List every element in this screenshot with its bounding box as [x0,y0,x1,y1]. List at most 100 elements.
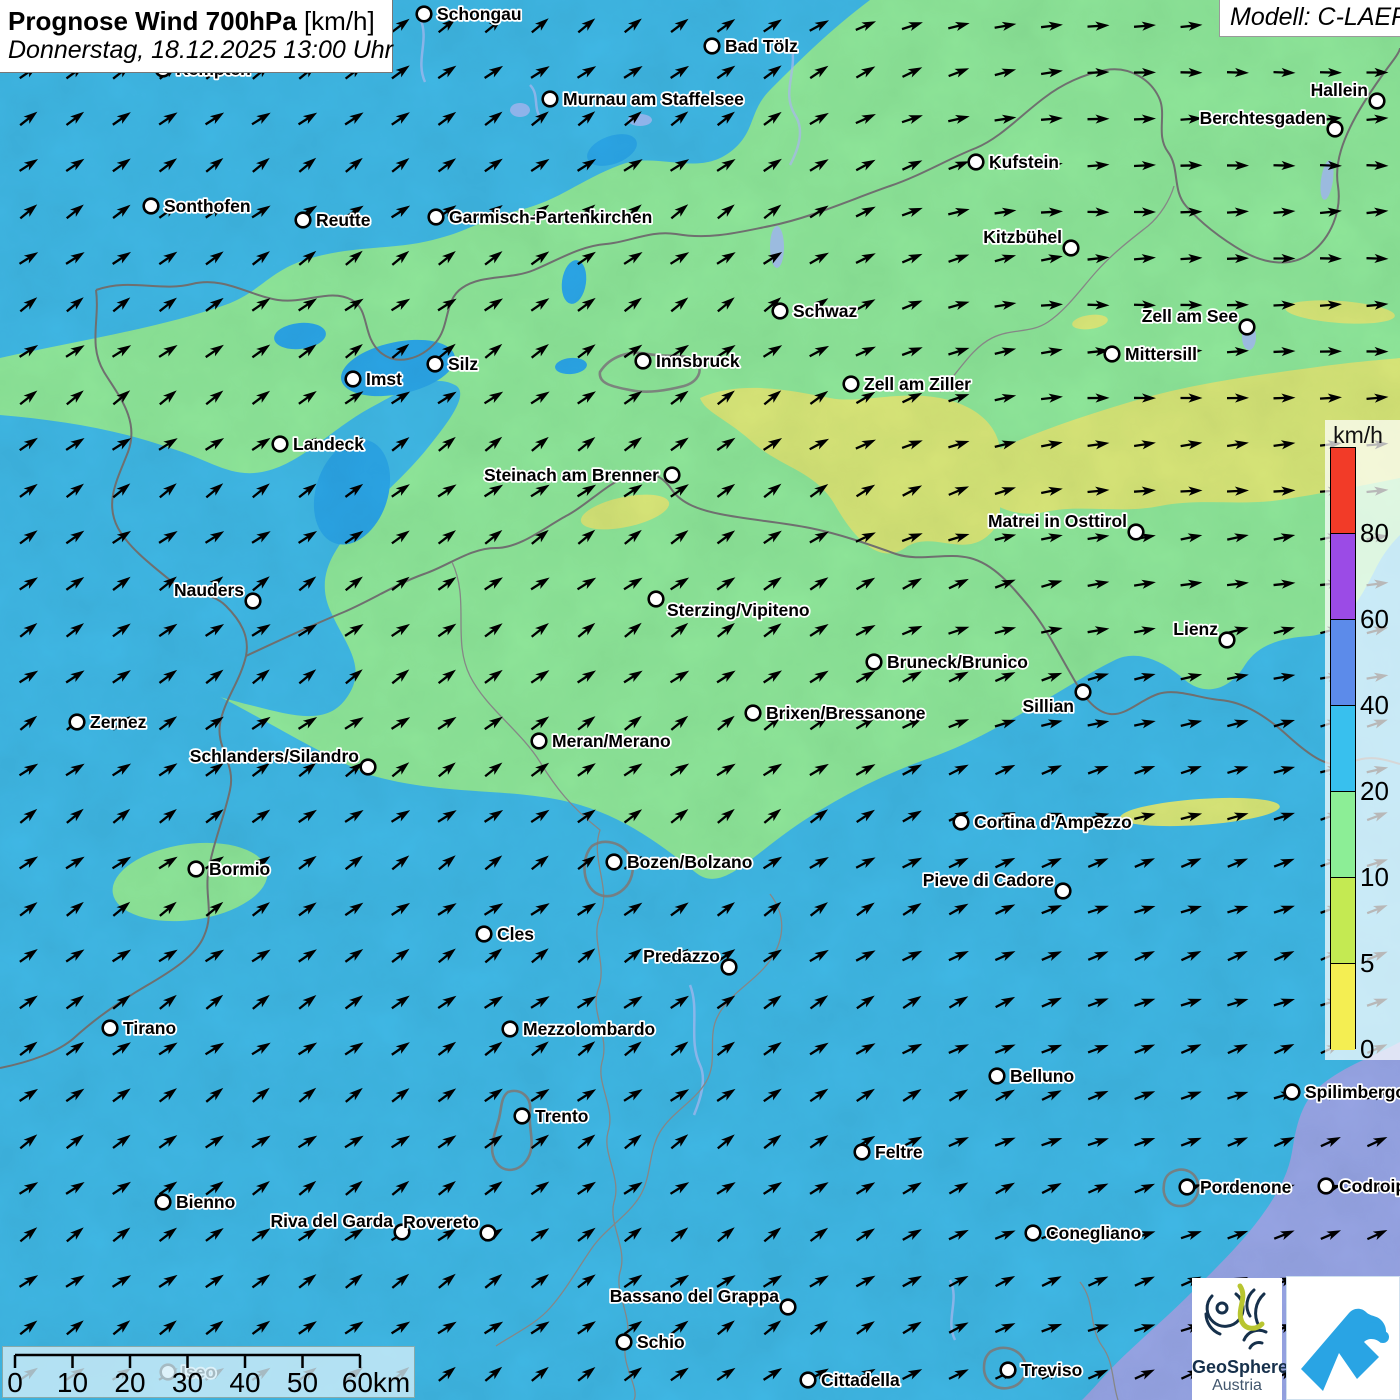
city-label: Zell am Ziller [864,374,971,394]
scalebar-label-30: 30 [172,1367,203,1397]
city-marker [1240,320,1255,335]
city-marker [1220,633,1235,648]
city-label: Belluno [1010,1066,1074,1086]
city-label: Bienno [176,1192,235,1212]
legend-color-bar [1330,447,1356,1049]
mountain-cloud-icon [1287,1277,1399,1399]
city-marker [1026,1226,1041,1241]
city-marker [636,354,651,369]
city-marker [867,655,882,670]
city-marker [990,1069,1005,1084]
weather-map-canvas: SchongauBad TölzKemptenMurnau am Staffel… [0,0,1400,1400]
city-label: Hallein [1311,80,1368,100]
city-marker [296,213,311,228]
city-imst: Imst [346,369,402,389]
wind-forecast-map-page: SchongauBad TölzKemptenMurnau am Staffel… [0,0,1400,1400]
city-marker [417,7,432,22]
city-label: Pieve di Cadore [923,870,1055,890]
city-steinach-am-brenner: Steinach am Brenner [484,465,679,485]
city-label: Reutte [316,210,371,230]
city-marker [722,960,737,975]
city-label: Lienz [1173,619,1218,639]
city-label: Schongau [437,4,522,24]
city-label: Kitzbühel [983,227,1062,247]
city-label: Bormio [209,859,270,879]
city-marker [273,437,288,452]
city-marker [189,862,204,877]
city-marker [503,1022,518,1037]
city-marker [954,815,969,830]
scalebar-label-50: 50 [287,1367,318,1397]
page-title: Prognose Wind 700hPa [km/h] [8,6,384,36]
city-label: Schwaz [793,301,857,321]
forecast-datetime: Donnerstag, 18.12.2025 13:00 Uhr [8,36,384,64]
city-cortina-d-ampezzo: Cortina d'Ampezzo [954,812,1132,832]
city-tirano: Tirano [103,1018,176,1038]
city-marker [481,1226,496,1241]
city-feltre: Feltre [855,1142,923,1162]
city-label: Matrei in Osttirol [988,511,1127,531]
city-marker [1105,347,1120,362]
legend-tick-0: 0 [1360,1036,1374,1062]
city-mezzolombardo: Mezzolombardo [503,1019,656,1039]
geosphere-logo-name: GeoSphere [1192,1358,1282,1377]
city-label: Mezzolombardo [523,1019,655,1039]
city-brixen-bressanone: Brixen/Bressanone [746,703,926,723]
city-label: Sillian [1022,696,1074,716]
city-schio: Schio [617,1332,685,1352]
city-marker [103,1021,118,1036]
city-label: Cortina d'Ampezzo [974,812,1132,832]
city-label: Treviso [1021,1360,1082,1380]
scalebar-label-10: 10 [57,1367,88,1397]
city-marker [70,715,85,730]
city-reutte: Reutte [296,210,371,230]
city-zernez: Zernez [70,712,147,732]
city-label: Sterzing/Vipiteno [667,600,810,620]
partner-logo [1286,1276,1400,1400]
city-silz: Silz [428,354,479,374]
city-marker [429,210,444,225]
city-marker [773,304,788,319]
title-box: Prognose Wind 700hPa [km/h] Donnerstag, … [0,0,393,73]
geosphere-contour-icon [1192,1278,1282,1356]
city-marker [532,734,547,749]
city-marker [781,1300,796,1315]
city-label: Bad Tölz [725,36,798,56]
city-label: Brixen/Bressanone [766,703,926,723]
city-label: Tirano [123,1018,176,1038]
city-marker [246,594,261,609]
city-label: Berchtesgaden [1200,108,1326,128]
city-label: Meran/Merano [552,731,671,751]
legend-segment-60 [1331,534,1355,620]
city-label: Bozen/Bolzano [627,852,752,872]
city-label: Innsbruck [656,351,740,371]
city-marker [665,468,680,483]
city-label: Silz [448,354,478,374]
city-codroipo: Codroipo [1319,1176,1400,1196]
city-label: Landeck [293,434,364,454]
city-marker [1328,122,1343,137]
city-marker [1180,1180,1195,1195]
city-marker [855,1145,870,1160]
city-label: Spilimbergo [1305,1082,1400,1102]
city-label: Riva del Garda [270,1211,393,1231]
geosphere-logo: GeoSphere Austria [1192,1278,1282,1400]
city-marker [801,1373,816,1388]
legend-tick-60: 60 [1360,606,1389,632]
city-label: Garmisch-Partenkirchen [449,207,652,227]
legend-tick-20: 20 [1360,778,1389,804]
city-treviso: Treviso [1001,1360,1083,1380]
city-label: Cles [497,924,534,944]
city-marker [1056,884,1071,899]
title-unit: [km/h] [304,6,375,36]
city-label: Schio [637,1332,685,1352]
legend-segment-10 [1331,792,1355,878]
city-bormio: Bormio [189,859,271,879]
legend-tick-10: 10 [1360,864,1389,890]
city-marker [1285,1085,1300,1100]
city-label: Kufstein [989,152,1059,172]
city-label: Mittersill [1125,344,1197,364]
city-label: Imst [366,369,402,389]
city-marker [477,927,492,942]
title-text: Prognose Wind 700hPa [8,6,297,36]
